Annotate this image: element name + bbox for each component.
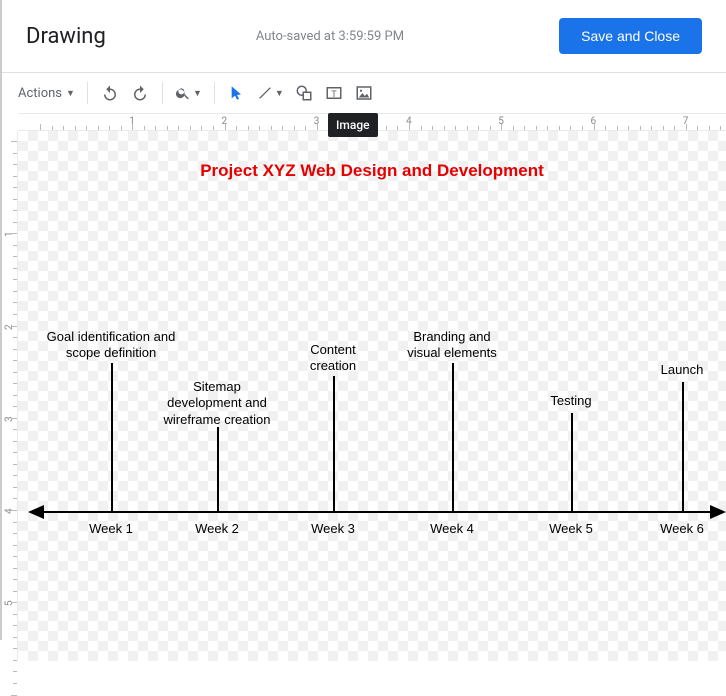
undo-button[interactable]	[96, 79, 124, 107]
undo-icon	[101, 84, 119, 102]
select-tool[interactable]	[223, 79, 251, 107]
caret-down-icon: ▼	[66, 88, 75, 99]
toolbar-separator	[87, 82, 88, 104]
timeline-marker[interactable]	[217, 427, 219, 511]
redo-button[interactable]	[126, 79, 154, 107]
save-and-close-button[interactable]: Save and Close	[559, 18, 702, 54]
zoom-icon	[175, 85, 191, 101]
caret-down-icon: ▼	[275, 88, 284, 99]
shape-icon	[295, 84, 313, 102]
toolbar-separator	[162, 82, 163, 104]
timeline-marker[interactable]	[571, 413, 573, 511]
caret-down-icon: ▼	[193, 88, 202, 99]
timeline-marker[interactable]	[682, 382, 684, 511]
week-label[interactable]: Week 5	[549, 521, 593, 536]
workspace: 12345 Project XYZ Web Design and Develop…	[2, 131, 726, 661]
task-label[interactable]: Testing	[550, 393, 591, 409]
task-label[interactable]: Launch	[661, 362, 704, 378]
textbox-tool[interactable]: T	[320, 79, 348, 107]
arrow-right-icon	[710, 505, 726, 519]
week-label[interactable]: Week 4	[430, 521, 474, 536]
task-label[interactable]: Goal identification andscope definition	[47, 329, 176, 362]
shape-tool[interactable]	[290, 79, 318, 107]
toolbar-separator	[214, 82, 215, 104]
week-label[interactable]: Week 6	[660, 521, 704, 536]
task-label[interactable]: Sitemapdevelopment andwireframe creation	[164, 379, 271, 428]
week-label[interactable]: Week 2	[195, 521, 239, 536]
line-tool[interactable]: ▼	[253, 79, 288, 107]
arrow-left-icon	[28, 505, 44, 519]
actions-menu[interactable]: Actions ▼	[14, 79, 79, 107]
timeline-marker[interactable]	[333, 376, 335, 511]
week-label[interactable]: Week 3	[311, 521, 355, 536]
ruler-vertical: 12345	[2, 131, 18, 661]
svg-text:T: T	[331, 89, 337, 99]
redo-icon	[131, 84, 149, 102]
autosave-status: Auto-saved at 3:59:59 PM	[256, 29, 559, 44]
task-label[interactable]: Contentcreation	[310, 342, 356, 375]
drawing-canvas[interactable]: Project XYZ Web Design and Development W…	[18, 131, 726, 661]
drawing-title[interactable]: Project XYZ Web Design and Development	[18, 161, 726, 181]
tooltip-image: Image	[328, 113, 378, 137]
timeline-marker[interactable]	[111, 363, 113, 511]
timeline-marker[interactable]	[452, 363, 454, 511]
week-label[interactable]: Week 1	[89, 521, 133, 536]
timeline-axis[interactable]	[38, 511, 716, 513]
cursor-icon	[229, 85, 245, 101]
line-icon	[257, 85, 273, 101]
toolbar: Actions ▼ ▼ ▼ T	[2, 73, 726, 113]
actions-menu-label: Actions	[18, 86, 64, 101]
zoom-menu[interactable]: ▼	[171, 79, 206, 107]
image-icon	[355, 84, 373, 102]
textbox-icon: T	[325, 84, 343, 102]
task-label[interactable]: Branding andvisual elements	[407, 329, 497, 362]
dialog-header: Drawing Auto-saved at 3:59:59 PM Save an…	[2, 0, 726, 73]
dialog-title: Drawing	[26, 24, 106, 49]
image-tool[interactable]	[350, 79, 378, 107]
